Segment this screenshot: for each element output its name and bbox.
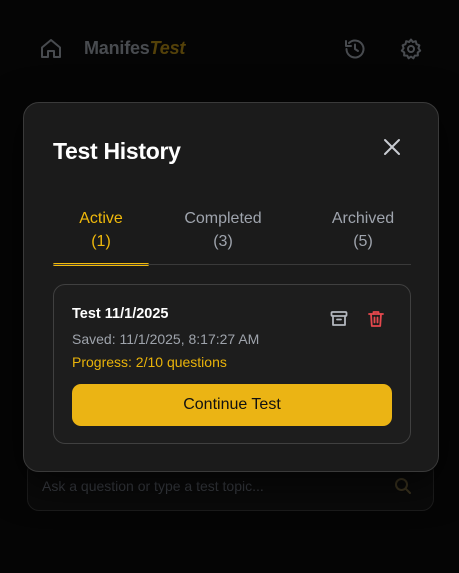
delete-button[interactable] <box>366 309 386 329</box>
tab-count: (5) <box>353 233 373 250</box>
tab-label: Archived <box>331 210 395 227</box>
test-history-modal: Test History Active (1) Completed (3) Ar… <box>23 102 439 472</box>
close-button[interactable] <box>380 137 404 161</box>
gear-icon[interactable] <box>399 37 423 61</box>
home-icon[interactable] <box>39 37 63 61</box>
tab-count: (1) <box>91 233 111 250</box>
tab-label: Active <box>79 210 123 227</box>
tab-label: Completed <box>184 210 262 227</box>
app-header: ManifesTest <box>0 0 459 100</box>
tab-completed[interactable]: Completed (3) <box>173 207 273 265</box>
tab-count: (3) <box>213 233 233 250</box>
test-title: Test 11/1/2025 <box>72 306 169 322</box>
continue-test-button[interactable]: Continue Test <box>72 384 392 426</box>
trash-icon <box>368 311 384 327</box>
close-icon <box>383 138 401 161</box>
page: ManifesTest Test History <box>0 0 459 573</box>
progress-text: Progress: 2/10 questions <box>72 354 227 370</box>
modal-title: Test History <box>53 138 181 164</box>
tab-archived[interactable]: Archived (5) <box>315 207 411 265</box>
app-title: ManifesTest <box>84 38 185 59</box>
tab-divider <box>53 264 411 265</box>
saved-timestamp: Saved: 11/1/2025, 8:17:27 AM <box>72 331 260 347</box>
test-card: Test 11/1/2025 Saved: 11/1/2025, 8:17:27… <box>53 284 411 444</box>
chat-input[interactable] <box>42 475 382 497</box>
archive-icon <box>330 311 348 326</box>
history-icon[interactable] <box>343 37 367 61</box>
tab-bar: Active (1) Completed (3) Archived (5) <box>53 207 411 266</box>
archive-button[interactable] <box>329 309 349 329</box>
app-title-part2: Test <box>149 38 186 58</box>
tab-active[interactable]: Active (1) <box>53 207 149 266</box>
search-icon[interactable] <box>394 477 412 495</box>
app-title-part1: Manifes <box>84 38 150 58</box>
